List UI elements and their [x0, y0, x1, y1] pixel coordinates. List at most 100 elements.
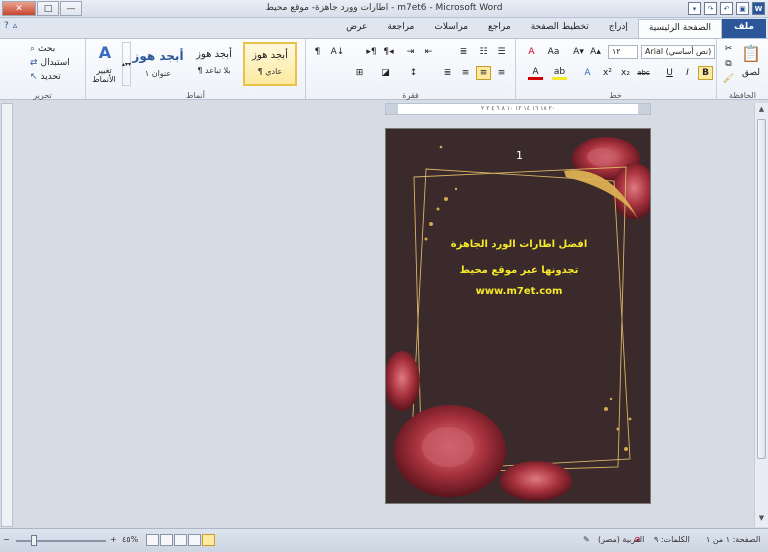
editing-group-label: تحرير	[33, 91, 52, 100]
document-line-2[interactable]: تجدونها عبر موقع محيط	[386, 265, 650, 276]
change-case-button[interactable]: Aa	[546, 45, 561, 59]
show-marks-button[interactable]: ¶	[310, 45, 325, 59]
cut-icon[interactable]: ✂	[721, 42, 736, 56]
minimize-ribbon-icon[interactable]: ▵	[13, 21, 18, 31]
paste-button[interactable]: لصق	[737, 67, 765, 79]
scroll-up-icon[interactable]: ▲	[756, 105, 767, 116]
align-center-icon[interactable]: ≡	[476, 66, 491, 80]
line-spacing-icon[interactable]: ↕	[406, 66, 421, 80]
view-web-layout-button[interactable]	[174, 534, 187, 546]
select-button[interactable]: ↖ تحديد	[30, 70, 80, 83]
zoom-slider-knob[interactable]	[30, 535, 37, 546]
tab-file[interactable]: ملف	[722, 19, 766, 38]
change-styles-icon[interactable]: A	[92, 42, 118, 62]
ribbon-extra: ? ▵	[4, 21, 17, 31]
clear-formatting-button[interactable]: A	[524, 45, 539, 59]
styles-scroll-icon[interactable]: ▴▾▾	[122, 42, 131, 86]
document-line-3[interactable]: www.m7et.com	[386, 286, 650, 297]
tab-mailings[interactable]: مراسلات	[424, 19, 478, 38]
ltr-icon[interactable]: ▸¶	[364, 45, 379, 59]
styles-group-label: أنماط	[186, 91, 205, 100]
save-icon[interactable]: ▣	[736, 2, 749, 15]
copy-icon[interactable]: ⧉	[721, 57, 736, 71]
scroll-down-icon[interactable]: ▼	[756, 514, 767, 525]
document-page[interactable]: 1 افضل اطارات الورد الجاهزة تجدونها عبر …	[385, 128, 651, 504]
document-line-1[interactable]: افضل اطارات الورد الجاهزة	[386, 239, 650, 250]
page-number: 1	[516, 149, 523, 162]
replace-button[interactable]: ⇄ استبدال	[30, 56, 80, 69]
format-painter-icon[interactable]: 🖌	[721, 72, 736, 86]
vertical-scrollbar[interactable]: ▲ ▼	[754, 103, 768, 527]
align-left-icon[interactable]: ≡	[458, 66, 473, 80]
underline-button[interactable]: U	[662, 66, 677, 80]
language-status[interactable]: العربية (مصر)	[598, 535, 644, 544]
proofing-icon[interactable]: ✎	[583, 535, 590, 544]
select-label: تحديد	[40, 71, 61, 82]
gold-splash	[424, 145, 638, 451]
help-icon[interactable]: ?	[4, 21, 9, 31]
font-color-button[interactable]: A	[528, 66, 543, 80]
font-size-combo[interactable]: ١٢	[608, 45, 638, 59]
scroll-thumb[interactable]	[757, 119, 766, 459]
view-print-layout-button[interactable]	[202, 534, 215, 546]
view-draft-button[interactable]	[146, 534, 159, 546]
style-normal-sample: أبجد هوز	[252, 50, 288, 61]
horizontal-ruler[interactable]: ٢٠ ١٨ ١٦ ١٤ ١٢ ١٠ ٨ ٦ ٤ ٢ ٢	[385, 103, 651, 115]
grow-font-button[interactable]: A▴	[588, 45, 603, 59]
shading-icon[interactable]: ◪	[378, 66, 393, 80]
zoom-slider[interactable]	[16, 540, 106, 542]
undo-icon[interactable]: ↶	[720, 2, 733, 15]
zoom-level[interactable]: ٤٥%	[122, 535, 138, 544]
tab-page-layout[interactable]: تخطيط الصفحة	[521, 19, 599, 38]
status-bar: − + ٤٥% ⊘ العربية (مصر) ✎ الكلمات: ٩ الص…	[0, 528, 768, 552]
italic-button[interactable]: I	[680, 66, 695, 80]
justify-icon[interactable]: ≣	[440, 66, 455, 80]
change-styles-button[interactable]: تغيير الأنماط	[88, 65, 120, 85]
bold-button[interactable]: B	[698, 66, 713, 80]
word-count[interactable]: الكلمات: ٩	[654, 535, 690, 544]
superscript-button[interactable]: x²	[600, 66, 615, 80]
ruler-right-margin	[638, 104, 650, 114]
select-icon: ↖	[30, 71, 38, 82]
style-normal[interactable]: أبجد هوز ¶ عادي	[243, 42, 297, 86]
multilevel-list-icon[interactable]: ≣	[456, 45, 471, 59]
zoom-in-icon[interactable]: +	[110, 535, 117, 544]
view-outline-button[interactable]	[160, 534, 173, 546]
style-heading-1[interactable]: أبجد هوز عنوان ١	[131, 42, 185, 86]
strikethrough-button[interactable]: abc	[636, 66, 651, 80]
paragraph-group-label: فقرة	[402, 91, 419, 100]
zoom-out-icon[interactable]: −	[3, 535, 10, 544]
tab-home[interactable]: الصفحة الرئيسية	[637, 19, 723, 38]
font-name-combo[interactable]: Arial (نص أساسي)	[641, 45, 715, 59]
vertical-ruler[interactable]	[1, 103, 13, 527]
find-icon: ⌕	[30, 43, 36, 54]
style-no-spacing[interactable]: أبجد هوز ¶ بلا تباعد	[187, 42, 241, 86]
sort-button[interactable]: A↓	[330, 45, 345, 59]
tab-references[interactable]: مراجع	[478, 19, 521, 38]
text-effects-icon[interactable]: A	[580, 66, 595, 80]
decrease-indent-icon[interactable]: ⇤	[421, 45, 436, 59]
bullets-icon[interactable]: ☷	[476, 45, 491, 59]
quick-access-toolbar: ▾ ↷ ↶ ▣ W	[688, 2, 765, 15]
highlight-button[interactable]: ab	[552, 66, 567, 80]
find-button[interactable]: ⌕ بحث	[30, 42, 80, 55]
rtl-icon[interactable]: ¶◂	[381, 45, 396, 59]
align-right-icon[interactable]: ≡	[494, 66, 509, 80]
subscript-button[interactable]: x₂	[618, 66, 633, 80]
page-count[interactable]: الصفحة: ١ من ١	[706, 535, 760, 544]
borders-icon[interactable]: ⊞	[352, 66, 367, 80]
tab-insert[interactable]: إدراج	[599, 19, 638, 38]
customize-qat-icon[interactable]: ▾	[688, 2, 701, 15]
clipboard-group-label: الحافظة	[729, 91, 756, 100]
redo-icon[interactable]: ↷	[704, 2, 717, 15]
numbering-icon[interactable]: ☰	[494, 45, 509, 59]
shrink-font-button[interactable]: A▾	[571, 45, 586, 59]
paste-icon[interactable]: 📋	[739, 42, 763, 64]
view-full-screen-button[interactable]	[188, 534, 201, 546]
font-group: Arial (نص أساسي) ١٢ A▴ A▾ Aa A B I U abc…	[515, 39, 715, 101]
tab-review[interactable]: مراجعة	[377, 19, 424, 38]
word-app-icon: W	[752, 2, 765, 15]
editing-group: ⌕ بحث ⇄ استبدال ↖ تحديد تحرير	[0, 39, 85, 101]
tab-view[interactable]: عرض	[336, 19, 377, 38]
increase-indent-icon[interactable]: ⇥	[403, 45, 418, 59]
